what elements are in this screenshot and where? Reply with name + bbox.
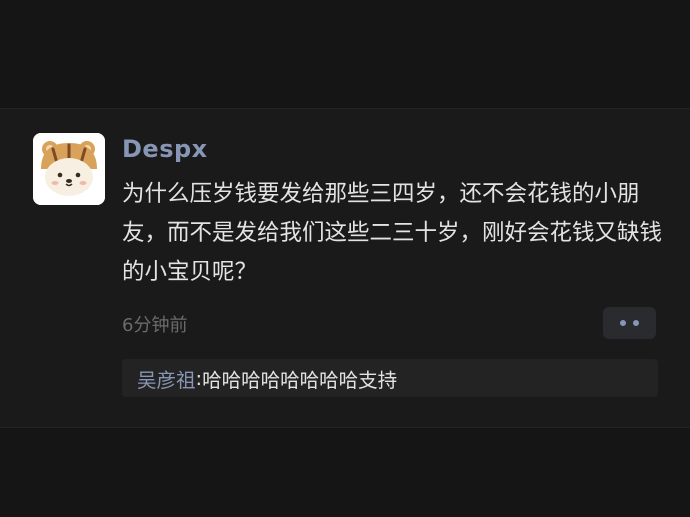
comment-text: 哈哈哈哈哈哈哈哈支持 <box>202 368 398 392</box>
more-dots-icon <box>633 320 639 326</box>
post-content: 为什么压岁钱要发给那些三四岁，还不会花钱的小朋友，而不是发给我们这些二三十岁，刚… <box>122 181 663 285</box>
more-button[interactable] <box>603 307 656 339</box>
post-card: Despx 为什么压岁钱要发给那些三四岁，还不会花钱的小朋友，而不是发给我们这些… <box>0 108 690 428</box>
comment-item[interactable]: 吴彦祖 : 哈哈哈哈哈哈哈哈支持 <box>122 359 658 397</box>
username[interactable]: Despx <box>122 135 208 163</box>
page: Despx 为什么压岁钱要发给那些三四岁，还不会花钱的小朋友，而不是发给我们这些… <box>0 0 690 517</box>
bear-hat-avatar-icon <box>33 133 105 205</box>
avatar[interactable] <box>33 133 105 205</box>
timestamp: 6分钟前 <box>122 315 188 336</box>
comment-author[interactable]: 吴彦祖 <box>137 364 196 393</box>
more-dots-icon <box>620 320 626 326</box>
comment-separator: : <box>195 366 203 390</box>
